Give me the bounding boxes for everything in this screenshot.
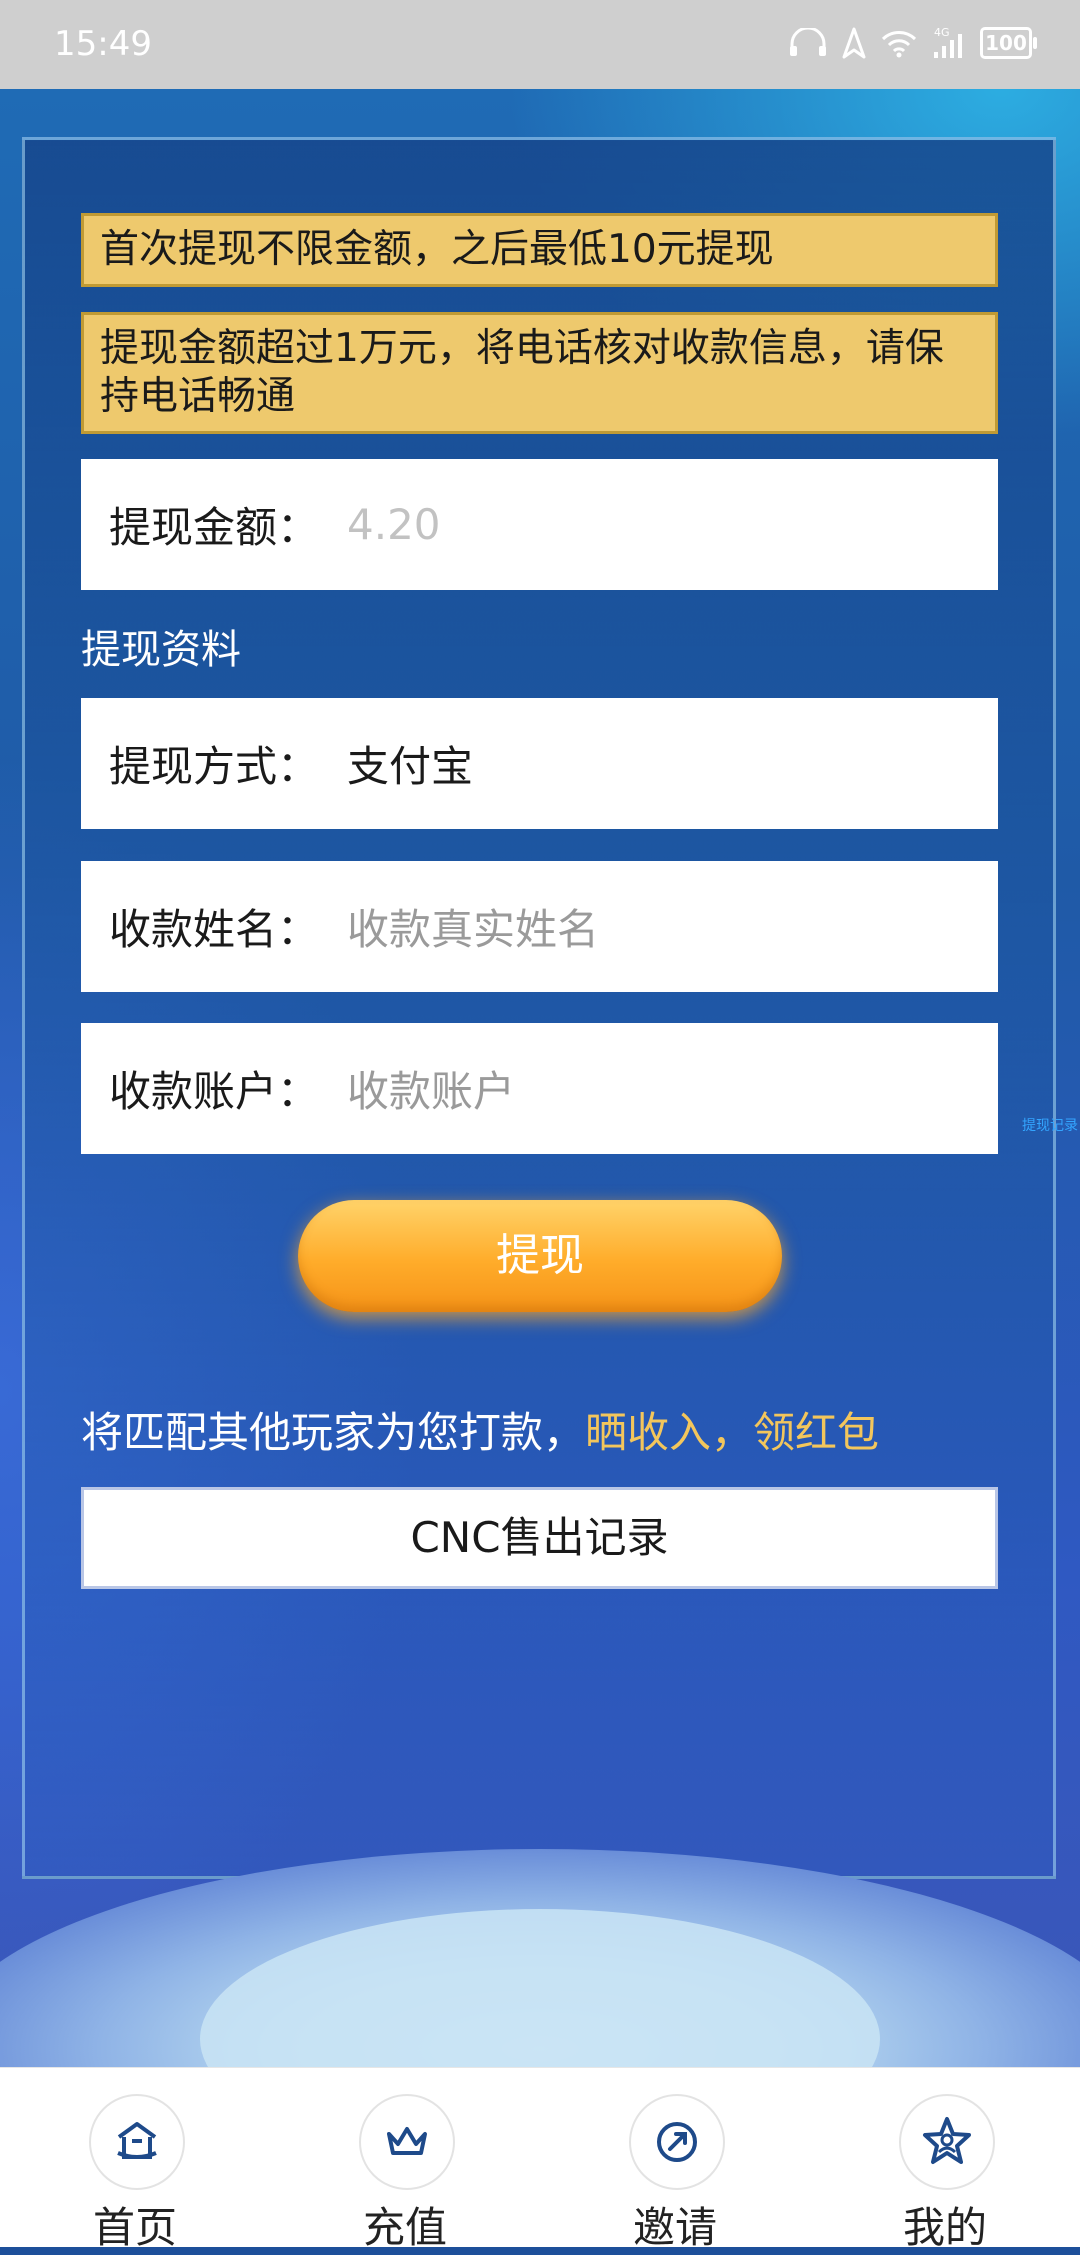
nav-item-home[interactable]: 首页: [37, 2068, 237, 2252]
notice-phone-verify: 提现金额超过1万元，将电话核对收款信息，请保持电话畅通: [81, 312, 998, 434]
withdraw-button[interactable]: 提现: [298, 1200, 782, 1312]
amount-value: 4.20: [347, 500, 441, 549]
signal-icon: 4G: [934, 26, 962, 58]
nav-item-invite[interactable]: 邀请: [577, 2068, 777, 2252]
amount-label: 提现金额：: [109, 503, 320, 552]
method-label: 提现方式：: [109, 742, 320, 791]
status-time: 15:49: [54, 24, 152, 64]
nav-item-mine[interactable]: 我的: [847, 2068, 1047, 2252]
main-content: 首次提现不限金额，之后最低10元提现 提现金额超过1万元，将电话核对收款信息，请…: [0, 89, 1080, 2067]
notice-min-amount: 首次提现不限金额，之后最低10元提现: [81, 213, 998, 287]
name-input[interactable]: 收款真实姓名: [347, 896, 599, 957]
amount-field[interactable]: 提现金额： 4.20: [81, 459, 998, 590]
home-icon: [89, 2094, 185, 2190]
invite-icon: [629, 2094, 725, 2190]
method-field[interactable]: 提现方式： 支付宝: [81, 698, 998, 829]
nav-item-recharge[interactable]: 充值: [307, 2068, 507, 2252]
account-field[interactable]: 收款账户： 收款账户: [81, 1023, 998, 1154]
account-input[interactable]: 收款账户: [347, 1058, 515, 1119]
status-bar: 15:49 4G 100: [0, 0, 1080, 89]
share-income-link[interactable]: 晒收入，领红包: [585, 1408, 879, 1457]
name-field[interactable]: 收款姓名： 收款真实姓名: [81, 861, 998, 992]
navigation-icon: [842, 27, 866, 59]
crown-icon: [359, 2094, 455, 2190]
status-icons: 4G 100: [788, 26, 1037, 60]
section-title: 提现资料: [81, 627, 241, 673]
name-label: 收款姓名：: [109, 905, 320, 954]
wifi-icon: [881, 31, 917, 58]
account-label: 收款账户：: [109, 1067, 320, 1116]
sell-records-button[interactable]: CNC售出记录: [81, 1487, 998, 1589]
match-text-prefix: 将匹配其他玩家为您打款，: [81, 1408, 586, 1457]
method-value: 支付宝: [347, 742, 474, 791]
network-type: 4G: [934, 26, 950, 39]
headset-icon: [790, 28, 826, 56]
bottom-nav: 首页 充值 邀请 我的: [0, 2067, 1080, 2252]
star-user-icon: [899, 2094, 995, 2190]
battery-icon: 100: [980, 27, 1037, 59]
side-tag[interactable]: 提现记录: [1022, 1115, 1078, 1135]
match-text: 将匹配其他玩家为您打款，晒收入，领红包: [81, 1399, 879, 1460]
